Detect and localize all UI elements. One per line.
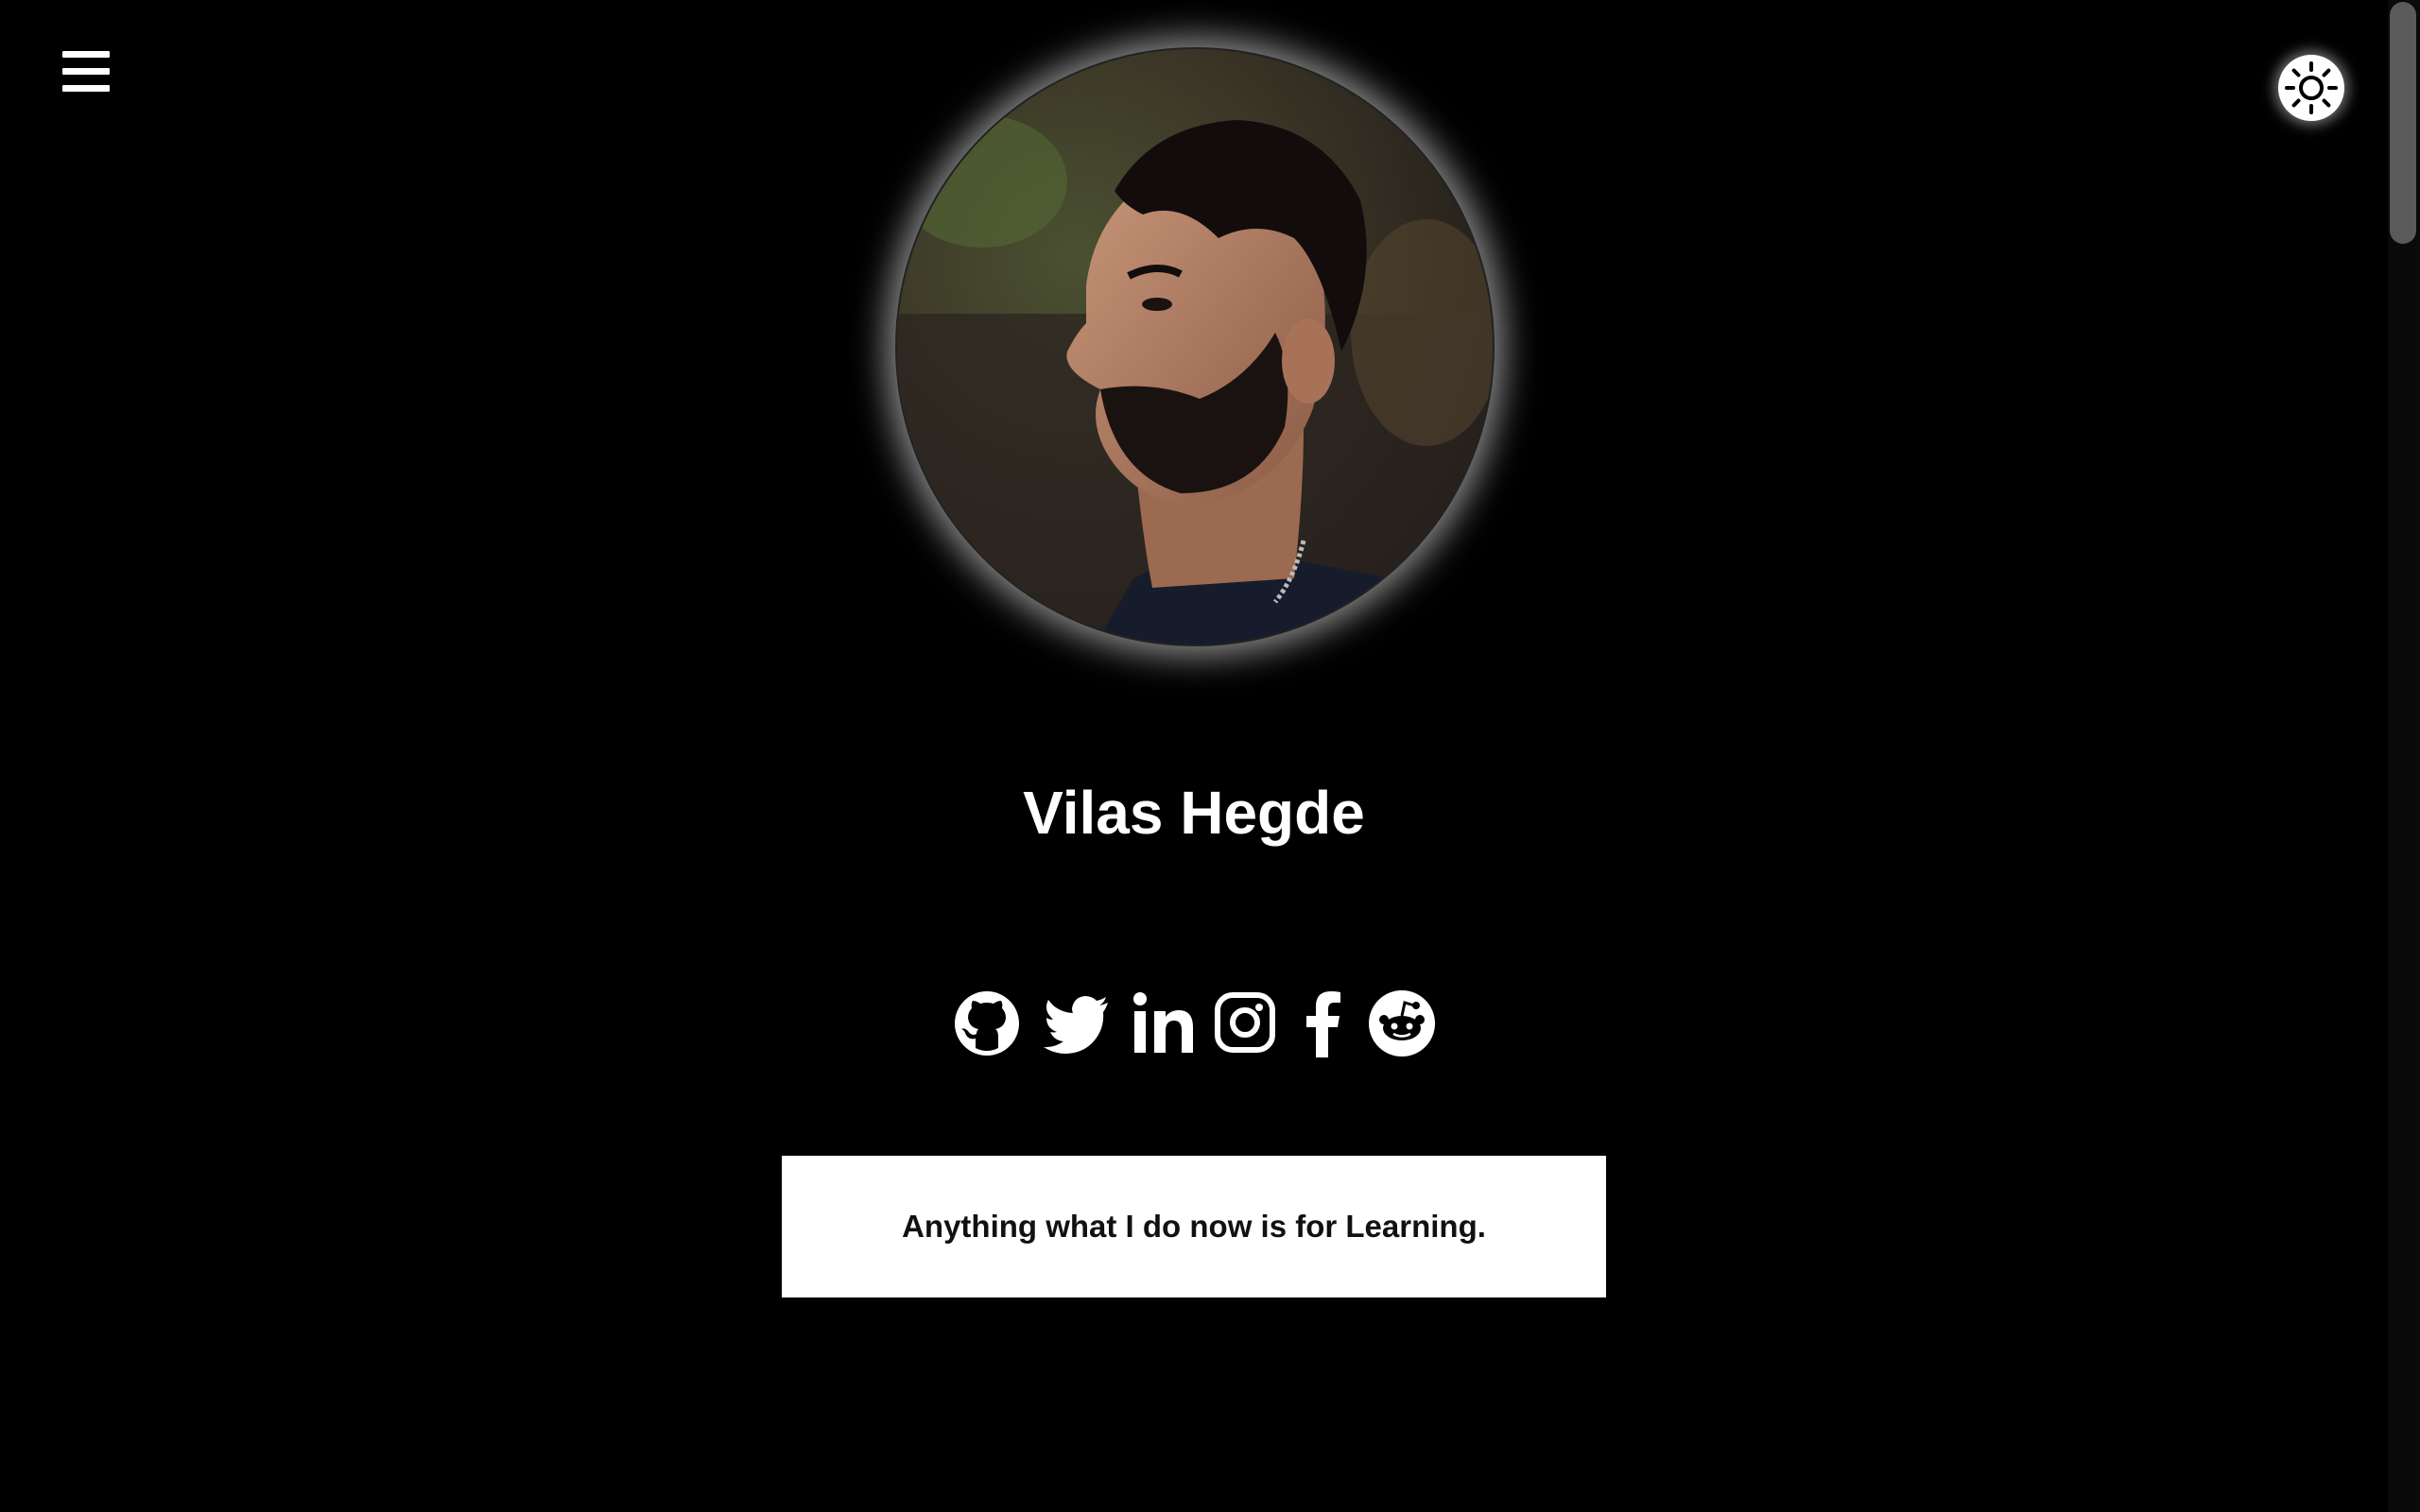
sun-icon [2285, 61, 2338, 114]
linkedin-icon [1133, 992, 1193, 1053]
scrollbar-thumb[interactable] [2390, 2, 2416, 244]
facebook-link[interactable] [1293, 986, 1350, 1059]
github-icon [955, 991, 1019, 1056]
reddit-link[interactable] [1367, 986, 1437, 1059]
linkedin-link[interactable] [1131, 986, 1197, 1059]
reddit-icon [1369, 990, 1435, 1057]
facebook-icon [1306, 991, 1340, 1057]
github-link[interactable] [951, 986, 1023, 1059]
instagram-icon [1215, 992, 1275, 1053]
twitter-link[interactable] [1040, 986, 1114, 1059]
hamburger-menu-icon[interactable] [57, 45, 115, 98]
menu-bar [62, 85, 110, 92]
profile-name: Vilas Hegde [1023, 779, 1365, 847]
page: Vilas Hegde Anything what I do now is fo… [0, 0, 2420, 1512]
quote-box: Anything what I do now is for Learning. [782, 1156, 1606, 1297]
menu-bar [62, 51, 110, 58]
profile-photo [895, 47, 1495, 646]
menu-bar [62, 68, 110, 75]
theme-toggle-button[interactable] [2278, 55, 2344, 121]
quote-text: Anything what I do now is for Learning. [902, 1209, 1486, 1244]
social-links [0, 986, 2388, 1059]
instagram-link[interactable] [1214, 986, 1276, 1059]
twitter-icon [1044, 996, 1108, 1054]
